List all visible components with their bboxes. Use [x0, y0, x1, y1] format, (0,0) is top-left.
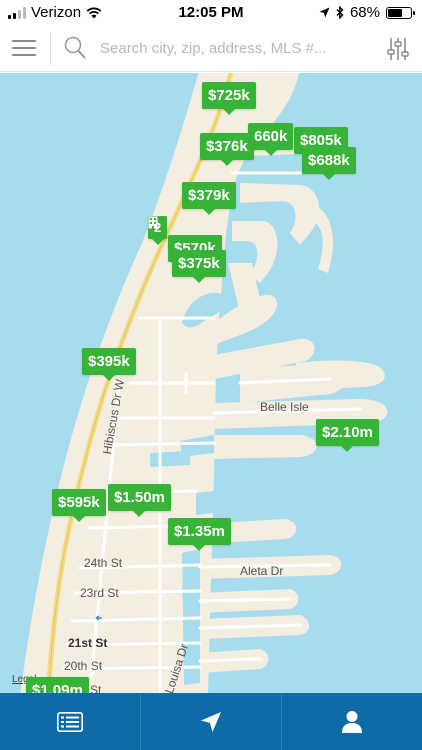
map-view[interactable]: Belle Isle Hibiscus Dr W 24th St 23rd St… [0, 73, 422, 693]
nav-profile[interactable] [282, 693, 422, 750]
price-pin[interactable]: $2.10m [316, 419, 379, 452]
status-right: 68% [319, 4, 415, 21]
price-pin[interactable]: 660k [248, 123, 294, 156]
bluetooth-icon [336, 6, 344, 19]
location-arrow-icon [319, 7, 330, 18]
battery-percent: 68% [349, 4, 380, 21]
street-label-20th: 20th St [64, 659, 103, 673]
nav-location[interactable] [141, 693, 282, 750]
price-pin[interactable]: $379k [182, 182, 236, 215]
list-icon [57, 711, 83, 732]
search-input[interactable] [100, 34, 362, 62]
price-pin[interactable]: $1.09m [26, 677, 89, 693]
bottom-nav [0, 693, 422, 750]
cluster-pin[interactable]: 2 [148, 216, 168, 245]
price-pin[interactable]: $725k [202, 82, 256, 115]
price-pin[interactable]: $395k [82, 348, 136, 381]
street-label-23rd: 23rd St [80, 586, 119, 600]
search-header [0, 26, 422, 72]
battery-fill [388, 8, 403, 17]
street-label-belle-isle: Belle Isle [260, 400, 309, 414]
price-pin[interactable]: $595k [52, 489, 106, 522]
header-divider [50, 32, 51, 66]
nav-list-view[interactable] [0, 693, 141, 750]
menu-icon[interactable] [12, 38, 36, 58]
price-pin[interactable]: $688k [302, 147, 356, 180]
person-icon [342, 710, 362, 733]
location-arrow-icon [201, 711, 221, 732]
price-pin[interactable]: $376k [200, 133, 254, 166]
street-label-aleta: Aleta Dr [240, 564, 284, 578]
price-pin[interactable]: $1.35m [168, 518, 231, 551]
battery-icon [386, 6, 415, 19]
street-label-24th: 24th St [84, 556, 123, 570]
street-label-21st: 21st St [68, 636, 108, 650]
map-canvas [20, 73, 388, 693]
status-bar: Verizon 12:05 PM 68% [0, 0, 422, 26]
filter-icon[interactable] [386, 36, 410, 62]
building-icon [148, 216, 158, 229]
street-label-partial: St [90, 683, 102, 693]
search-icon[interactable] [64, 36, 86, 60]
price-pin[interactable]: $1.50m [108, 484, 171, 517]
price-pin[interactable]: $375k [172, 250, 226, 283]
